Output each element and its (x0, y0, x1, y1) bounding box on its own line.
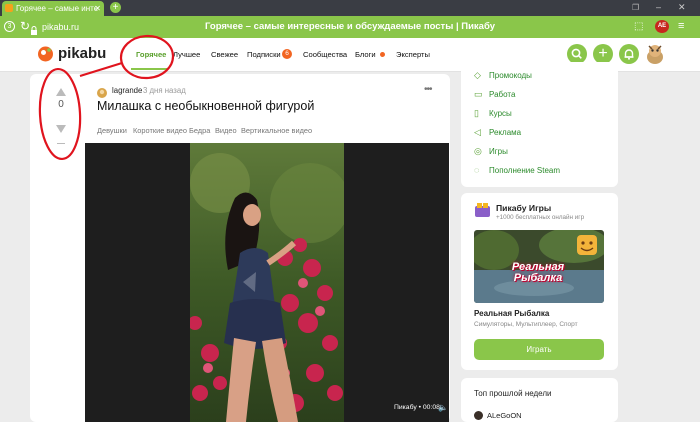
sidebar-link-promocodes[interactable]: Промокоды (489, 71, 532, 80)
game-name[interactable]: Реальная Рыбалка (474, 309, 549, 318)
nav-hot[interactable]: Горячее (136, 50, 166, 59)
sidebar-link-games[interactable]: Игры (489, 147, 508, 156)
nav-fresh[interactable]: Свежее (211, 50, 238, 59)
post-title[interactable]: Милашка с необыкновенной фигурой (97, 99, 314, 113)
browser-tab-bar (0, 0, 700, 16)
author-avatar[interactable] (97, 85, 107, 98)
game-banner-text: Реальная Рыбалка (511, 261, 565, 284)
play-button[interactable]: Играть (474, 339, 604, 360)
bell-icon (624, 49, 634, 60)
author-name[interactable]: lagrande (112, 86, 142, 95)
tag-icon: ◇ (474, 70, 481, 80)
collapse-icon[interactable] (57, 143, 65, 144)
add-post-button[interactable]: + (593, 44, 613, 64)
subscriptions-count-badge: 6 (282, 49, 292, 59)
menu-icon[interactable]: ≡ (678, 20, 684, 32)
close-tab-icon[interactable]: ✕ (94, 1, 101, 16)
nav-best[interactable]: Лучшее (173, 50, 200, 59)
post-tag[interactable]: Короткие видео (133, 126, 187, 135)
top-week-card (461, 378, 618, 422)
briefcase-icon: ▭ (474, 89, 483, 99)
post-tag[interactable]: Бедра (189, 126, 210, 135)
book-icon: ▯ (474, 108, 479, 118)
nav-communities[interactable]: Сообщества (303, 50, 347, 59)
post-tag[interactable]: Видео (215, 126, 237, 135)
search-icon (571, 48, 582, 59)
megaphone-icon: ◁ (474, 127, 481, 137)
gamepad-icon: ◎ (474, 146, 482, 156)
tab-title: Горячее – самые инте (16, 4, 99, 13)
close-window-icon[interactable]: ✕ (678, 2, 688, 12)
rating-value: 0 (58, 99, 64, 110)
sidebar-link-courses[interactable]: Курсы (489, 109, 512, 118)
search-button[interactable] (567, 44, 587, 64)
minimize-icon[interactable]: – (656, 2, 666, 12)
active-nav-underline (131, 68, 167, 70)
page-title-bar: Горячее – самые интересные и обсуждаемые… (205, 21, 495, 32)
url-field[interactable]: pikabu.ru (42, 20, 102, 34)
steam-icon: ◌ (474, 165, 480, 175)
new-tab-button[interactable]: + (110, 2, 121, 13)
nav-blogs[interactable]: Блоги (355, 50, 376, 59)
video-caption: Пикабу • 00:08 (394, 404, 440, 411)
plus-icon: + (598, 45, 608, 62)
games-card-title[interactable]: Пикабу Игры (496, 203, 551, 213)
downvote-icon[interactable] (56, 120, 66, 133)
nav-experts[interactable]: Эксперты (396, 50, 430, 59)
browser-menu-icon[interactable]: 3 (4, 21, 15, 32)
games-card-subtitle: +1000 бесплатных онлайн игр (496, 214, 585, 221)
sidebar-link-ads[interactable]: Реклама (489, 128, 521, 137)
volume-icon[interactable]: 🔈 (438, 403, 448, 412)
blogs-dot-icon (380, 52, 385, 57)
pikabu-games-icon (474, 201, 491, 218)
top-user-avatar[interactable] (474, 411, 483, 420)
extensions-icon[interactable]: ⬚ (634, 21, 643, 32)
more-options-icon[interactable]: ••• (424, 84, 432, 95)
browser-tab[interactable]: Горячее – самые инте ✕ (2, 1, 104, 16)
notifications-button[interactable] (619, 44, 639, 64)
window-mode-icon[interactable]: ❐ (632, 3, 642, 13)
logo-text[interactable]: pikabu (58, 45, 106, 62)
top-week-title[interactable]: Топ прошлой недели (474, 389, 552, 398)
nav-subscriptions[interactable]: Подписки (247, 50, 281, 59)
account-avatar[interactable]: AE (655, 20, 669, 33)
reload-icon[interactable]: ↻ (20, 19, 30, 33)
post-time: 3 дня назад (143, 86, 186, 95)
video-frame[interactable] (190, 143, 344, 422)
top-user-name[interactable]: ALeGoON (487, 411, 522, 420)
upvote-icon[interactable] (56, 83, 66, 96)
lock-icon (30, 22, 38, 35)
sidebar-link-jobs[interactable]: Работа (489, 90, 515, 99)
pikabu-logo-icon[interactable] (37, 45, 54, 62)
favicon-icon (5, 4, 13, 12)
sidebar-link-steam[interactable]: Пополнение Steam (489, 166, 560, 175)
post-tag[interactable]: Вертикальное видео (241, 126, 312, 135)
game-genres: Симуляторы, Мультиплеер, Спорт (474, 321, 578, 328)
post-tag[interactable]: Девушки (97, 126, 127, 135)
user-avatar[interactable] (645, 43, 665, 65)
